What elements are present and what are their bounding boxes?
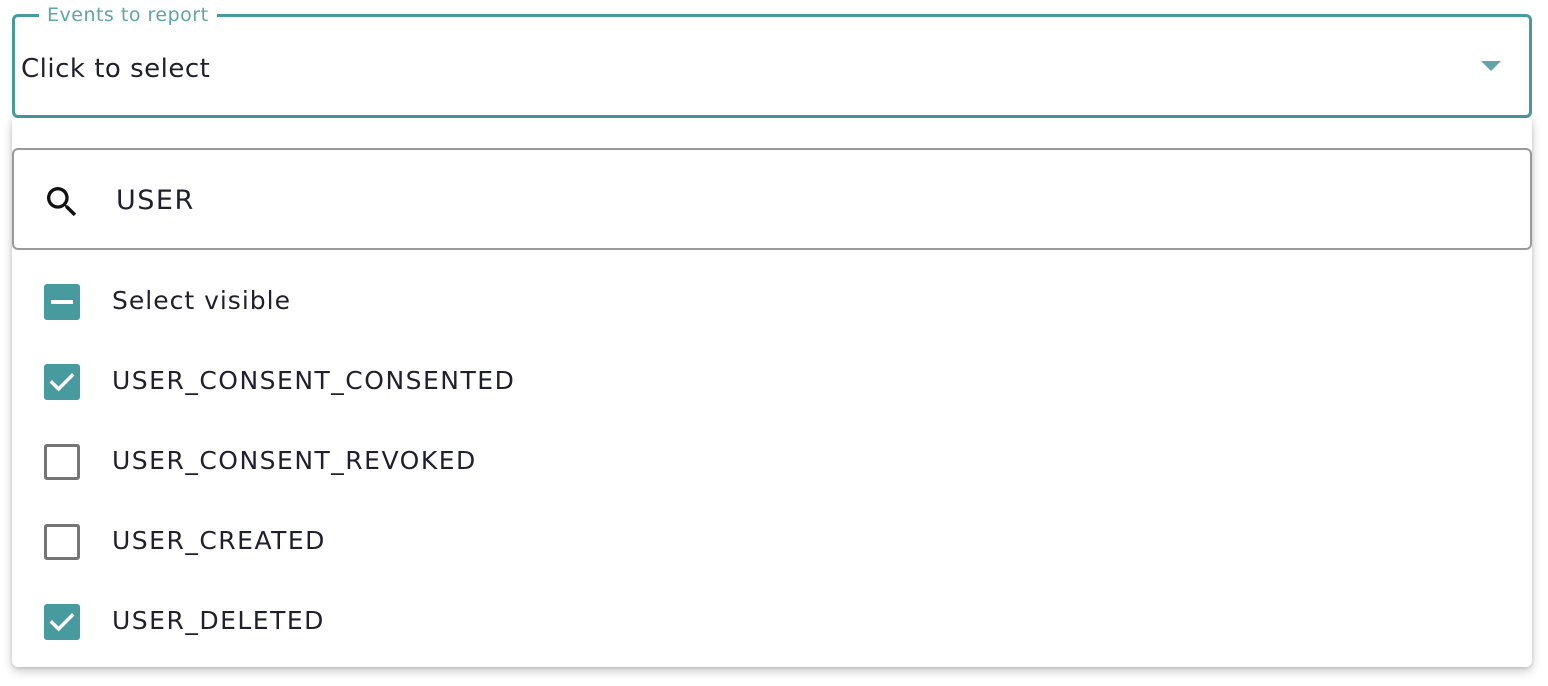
- option-checkbox-unchecked[interactable]: [44, 444, 80, 480]
- chevron-down-icon[interactable]: [1481, 61, 1501, 71]
- list-item[interactable]: USER_CREATED: [12, 502, 1532, 582]
- option-checkbox-unchecked[interactable]: [44, 524, 80, 560]
- select-value: Click to select: [21, 54, 211, 84]
- option-label: USER_DELETED: [112, 606, 325, 635]
- check-icon: [49, 613, 75, 632]
- check-icon: [49, 373, 75, 392]
- list-item[interactable]: USER_CONSENT_REVOKED: [12, 422, 1532, 502]
- select-visible-checkbox[interactable]: [44, 284, 80, 320]
- search-box[interactable]: [12, 148, 1532, 250]
- dropdown-panel: Select visible USER_CONSENT_CONSENTED US…: [12, 118, 1532, 667]
- list-item[interactable]: USER_CONSENT_CONSENTED: [12, 342, 1532, 422]
- select-visible-label: Select visible: [112, 286, 291, 315]
- option-checkbox-checked[interactable]: [44, 604, 80, 640]
- page: Events to report Click to select Select …: [0, 0, 1548, 686]
- search-input[interactable]: [116, 178, 1496, 222]
- events-to-report-select[interactable]: Events to report Click to select: [12, 4, 1532, 118]
- option-label: USER_CONSENT_CONSENTED: [112, 366, 516, 395]
- list-item[interactable]: USER_DELETED: [12, 582, 1532, 662]
- select-legend: Events to report: [39, 4, 217, 26]
- option-label: USER_CONSENT_REVOKED: [112, 446, 477, 475]
- indeterminate-icon: [51, 300, 73, 304]
- option-checkbox-checked[interactable]: [44, 364, 80, 400]
- option-label: USER_CREATED: [112, 526, 326, 555]
- select-visible-option[interactable]: Select visible: [12, 262, 1532, 342]
- search-icon: [47, 187, 77, 217]
